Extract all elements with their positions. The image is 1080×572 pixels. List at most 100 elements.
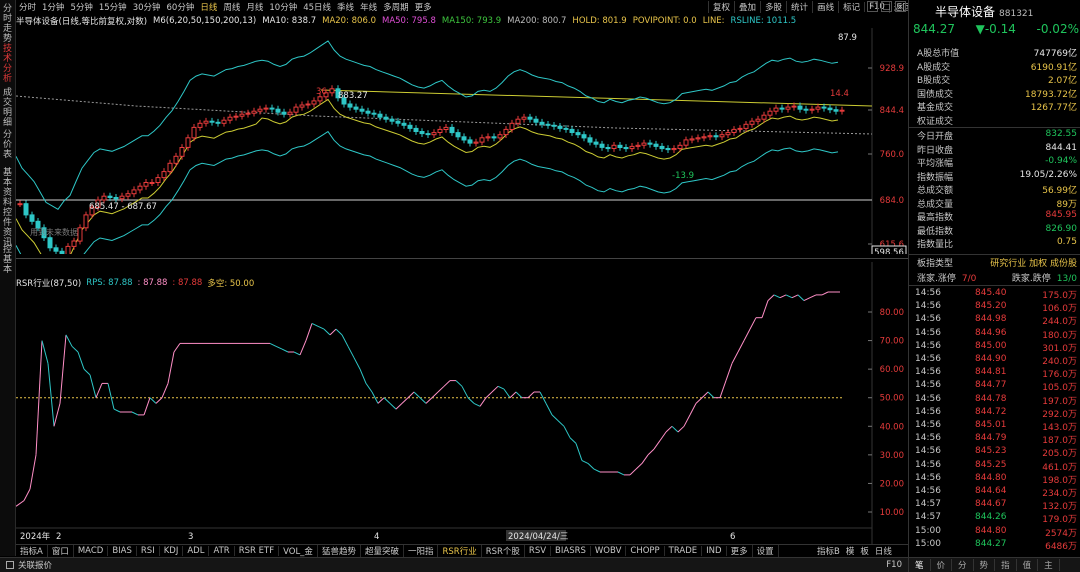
- left-tab-1[interactable]: 技术分析: [1, 44, 14, 84]
- period-0[interactable]: 分时: [16, 1, 39, 13]
- tool-2[interactable]: 多股: [760, 1, 786, 13]
- period-2[interactable]: 5分钟: [67, 1, 95, 13]
- bottom-right-0[interactable]: 指标B: [814, 545, 843, 557]
- candlestick-chart[interactable]: 928.9844.4760.0684.0615.636 883.27685.47 …: [16, 28, 908, 254]
- indicator-tab-1[interactable]: 窗口: [48, 545, 74, 557]
- rsr-y-tick-label: 30.00: [880, 451, 904, 461]
- panel-tab-2[interactable]: 分: [952, 559, 974, 571]
- bottom-right-3[interactable]: 日线: [872, 545, 895, 557]
- rsr-segment: [161, 383, 169, 398]
- period-1[interactable]: 1分钟: [39, 1, 67, 13]
- left-tab-2[interactable]: 成交明细: [1, 88, 14, 128]
- candle: [395, 120, 401, 124]
- tool-3[interactable]: 统计: [786, 1, 812, 13]
- panel-tab-6[interactable]: 主: [1038, 559, 1060, 571]
- price-change: ▼-0.14: [975, 22, 1016, 36]
- indicator-tab-5[interactable]: KDJ: [160, 546, 184, 556]
- period-11[interactable]: 季线: [334, 1, 357, 13]
- period-5[interactable]: 60分钟: [164, 1, 198, 13]
- period-10[interactable]: 45日线: [300, 1, 334, 13]
- indicator-tab-18[interactable]: CHOPP: [626, 546, 665, 556]
- candle: [665, 148, 671, 151]
- indicator-tab-9[interactable]: VOL_金: [279, 545, 318, 557]
- period-7[interactable]: 周线: [220, 1, 243, 13]
- period-9[interactable]: 10分钟: [266, 1, 300, 13]
- info-key: 今日开盘: [917, 132, 954, 142]
- tool-0[interactable]: 复权: [708, 1, 734, 13]
- panel-tab-0[interactable]: 笔: [909, 559, 931, 571]
- period-12[interactable]: 年线: [357, 1, 380, 13]
- indicator-tab-4[interactable]: RSI: [137, 546, 160, 556]
- status-text[interactable]: 关联报价: [18, 559, 52, 571]
- left-tab-5[interactable]: 控件资讯: [1, 208, 14, 248]
- indicator-tab-11[interactable]: 超量突破: [361, 545, 404, 557]
- period-13[interactable]: 多周期: [380, 1, 412, 13]
- candle: [353, 106, 359, 110]
- left-tab-3[interactable]: 分价表: [1, 130, 14, 160]
- left-tab-4[interactable]: 基本资料: [1, 168, 14, 208]
- info-key: 最低指数: [917, 226, 954, 237]
- indicator-tab-20[interactable]: IND: [702, 546, 727, 556]
- candle: [761, 114, 767, 120]
- rsr-segment: [377, 397, 385, 404]
- info-value: 0.75: [1056, 237, 1077, 247]
- period-4[interactable]: 30分钟: [130, 1, 164, 13]
- indicator-tab-21[interactable]: 更多: [727, 545, 753, 557]
- pane-divider[interactable]: [16, 258, 908, 259]
- minimize-icon[interactable]: –: [867, 1, 878, 12]
- indicator-tab-10[interactable]: 猛兽趋势: [318, 545, 361, 557]
- indicator-tab-0[interactable]: 指标A: [16, 545, 48, 557]
- rsr-indicator-chart[interactable]: 80.00 70.00 60.00 50.00 40.00 30.00 20.00 10.00…: [16, 262, 908, 544]
- indicator-tab-8[interactable]: RSR ETF: [235, 546, 280, 556]
- bottom-right-1[interactable]: 模: [843, 545, 858, 557]
- tick-divider: [909, 285, 1080, 286]
- period-3[interactable]: 15分钟: [96, 1, 130, 13]
- indicator-tab-2[interactable]: MACD: [74, 546, 109, 556]
- candle: [383, 116, 389, 120]
- tick-row: 14:56 844.80 198.0万: [913, 473, 1079, 486]
- tick-time: 15:00: [915, 538, 941, 549]
- info-key: B股成交: [917, 76, 951, 86]
- indicator-tab-6[interactable]: ADL: [183, 546, 210, 556]
- indicator-tab-17[interactable]: WOBV: [591, 546, 627, 556]
- period-14[interactable]: 更多: [412, 1, 435, 13]
- tool-4[interactable]: 画线: [812, 1, 838, 13]
- rsr-segment: [563, 426, 571, 438]
- left-tab-6[interactable]: 控基本: [1, 245, 14, 275]
- indicator-tab-12[interactable]: 一阳指: [404, 545, 439, 557]
- index-code: 881321: [999, 9, 1034, 19]
- indicator-tab-22[interactable]: 设置: [753, 545, 779, 557]
- indicator-tab-14[interactable]: RSR个股: [482, 545, 525, 557]
- breadth-row: 涨家.涨停 7/0 跌家.跌停 13/0: [917, 271, 1077, 284]
- f10-key[interactable]: F10: [886, 560, 902, 570]
- period-8[interactable]: 月线: [243, 1, 266, 13]
- lower-band-line: [16, 130, 839, 254]
- panel-tab-1[interactable]: 价: [931, 559, 953, 571]
- indicator-tab-7[interactable]: ATR: [209, 546, 235, 556]
- close-icon[interactable]: ×: [895, 1, 906, 12]
- period-6[interactable]: 日线: [197, 1, 220, 13]
- tool-1[interactable]: 叠加: [734, 1, 760, 13]
- panel-tab-4[interactable]: 指: [995, 559, 1017, 571]
- indicator-tab-15[interactable]: RSV: [525, 546, 552, 556]
- panel-tab-5[interactable]: 值: [1017, 559, 1039, 571]
- rsr-segment: [797, 294, 805, 301]
- tool-5[interactable]: 标记: [838, 1, 864, 13]
- left-tab-0[interactable]: 分时走势: [1, 4, 14, 44]
- maximize-icon[interactable]: □: [881, 1, 892, 12]
- indicator-tab-3[interactable]: BIAS: [108, 546, 137, 556]
- info-row: 总成交额 56.99亿: [917, 183, 1077, 196]
- indicator-tab-19[interactable]: TRADE: [665, 546, 703, 556]
- indicator-tab-16[interactable]: BIASRS: [551, 546, 591, 556]
- candle: [377, 113, 383, 118]
- bottom-right-2[interactable]: 板: [857, 545, 872, 557]
- rsr-segment: [503, 388, 511, 398]
- candle: [635, 144, 641, 147]
- board-type-value[interactable]: 研究行业 加权 成份股: [990, 256, 1077, 269]
- info-row: 总成交量 89万: [917, 197, 1077, 210]
- candle: [587, 137, 593, 143]
- rsr-info-bar: RSR行业(87,50) RPS: 87.88 : 87.88 : 87.88 …: [16, 276, 259, 290]
- panel-tab-3[interactable]: 势: [974, 559, 996, 571]
- rsr-segment: [491, 385, 499, 393]
- indicator-tab-13[interactable]: RSR行业: [438, 545, 482, 557]
